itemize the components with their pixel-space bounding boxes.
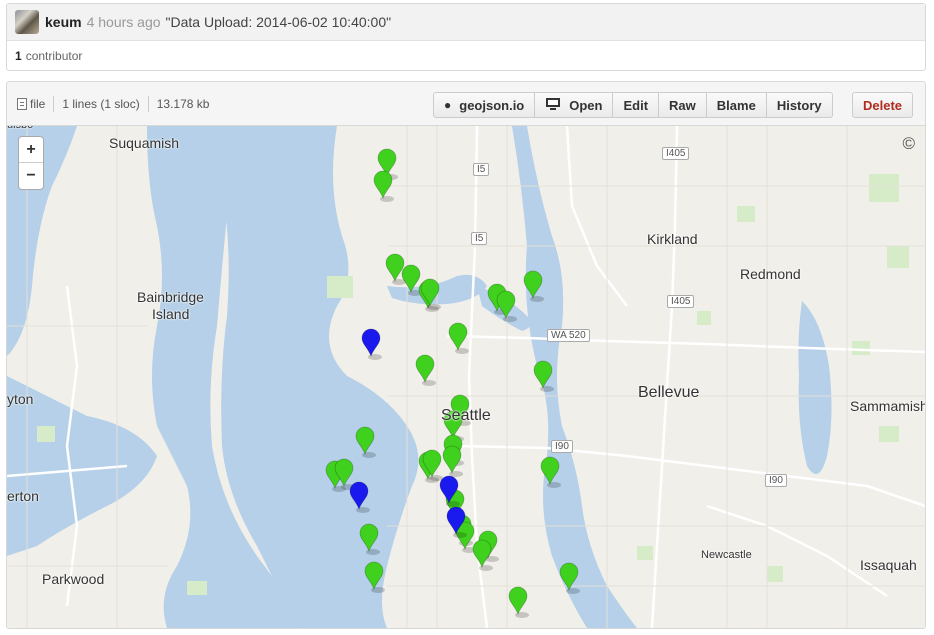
marker-shadow bbox=[479, 565, 493, 571]
file-info: file 1 lines (1 sloc) 13.178 kb bbox=[7, 95, 210, 112]
file-type-label: file bbox=[30, 96, 46, 111]
marker-shadow bbox=[422, 380, 436, 386]
marker-shadow bbox=[368, 354, 382, 360]
place-label: Redmond bbox=[740, 266, 801, 282]
history-label: History bbox=[776, 97, 822, 113]
place-label: Sammamish bbox=[850, 398, 925, 414]
map-marker[interactable] bbox=[448, 322, 468, 352]
marker-shadow bbox=[366, 549, 380, 555]
marker-shadow bbox=[540, 386, 554, 392]
place-label: Seattle bbox=[441, 407, 491, 424]
map-marker[interactable] bbox=[385, 253, 405, 283]
commit-header: keum 4 hours ago "Data Upload: 2014-06-0… bbox=[7, 4, 925, 41]
attribution-icon[interactable]: © bbox=[902, 134, 915, 154]
marker-shadow bbox=[530, 296, 544, 302]
divider bbox=[147, 95, 149, 112]
zoom-control: + − bbox=[18, 136, 44, 190]
commit-time: 4 hours ago bbox=[86, 14, 161, 30]
marker-shadow bbox=[547, 482, 561, 488]
place-label: Issaquah bbox=[860, 557, 917, 573]
marker-shadow bbox=[427, 304, 441, 310]
raw-label: Raw bbox=[669, 97, 696, 113]
place-label: yton bbox=[7, 391, 34, 407]
marker-shadow bbox=[356, 507, 370, 513]
marker-shadow bbox=[503, 316, 517, 322]
marker-shadow bbox=[380, 196, 394, 202]
map-marker[interactable] bbox=[442, 445, 462, 475]
place-label: Bellevue bbox=[638, 384, 700, 401]
contributors-count: 1 bbox=[15, 49, 22, 63]
raw-button[interactable]: Raw bbox=[658, 92, 707, 118]
contributors[interactable]: 1 contributor bbox=[7, 41, 925, 71]
map-marker[interactable] bbox=[373, 170, 393, 200]
map-marker[interactable] bbox=[472, 539, 492, 569]
map-marker[interactable] bbox=[508, 586, 528, 616]
contributors-label: contributor bbox=[25, 49, 83, 63]
avatar[interactable] bbox=[15, 10, 39, 34]
edit-button[interactable]: Edit bbox=[612, 92, 660, 118]
place-label: Island bbox=[152, 306, 190, 322]
place-label: Bainbridge bbox=[137, 289, 204, 305]
map-tiles bbox=[7, 126, 925, 628]
file-box: file 1 lines (1 sloc) 13.178 kb ● geojso… bbox=[6, 81, 926, 629]
delete-button[interactable]: Delete bbox=[852, 92, 914, 118]
marker-shadow bbox=[453, 532, 467, 538]
file-icon bbox=[17, 97, 27, 110]
delete-label: Delete bbox=[863, 97, 903, 113]
place-label: erton bbox=[7, 488, 39, 504]
file-lines: 1 lines (1 sloc) bbox=[62, 96, 140, 111]
commit-author[interactable]: keum bbox=[45, 14, 82, 30]
place-label: Suquamish bbox=[109, 135, 180, 151]
open-button[interactable]: Open bbox=[534, 92, 614, 118]
marker-shadow bbox=[362, 452, 376, 458]
file-size: 13.178 kb bbox=[156, 96, 210, 111]
place-label: ulsbo bbox=[7, 126, 33, 131]
highway-shield: I405 bbox=[662, 147, 690, 160]
marker-shadow bbox=[515, 612, 529, 618]
divider bbox=[53, 95, 55, 112]
map-marker[interactable] bbox=[415, 354, 435, 384]
marker-shadow bbox=[446, 501, 460, 507]
geojson-io-button[interactable]: ● geojson.io bbox=[433, 92, 536, 118]
highway-shield: I5 bbox=[473, 163, 490, 176]
commit-message[interactable]: "Data Upload: 2014-06-02 10:40:00" bbox=[166, 14, 392, 30]
blame-label: Blame bbox=[716, 97, 756, 113]
map-marker[interactable] bbox=[361, 328, 381, 358]
zoom-out-button[interactable]: − bbox=[19, 163, 43, 189]
file-actions: ● geojson.io Open Edit Raw Blame History bbox=[433, 92, 833, 118]
marker-shadow bbox=[566, 588, 580, 594]
place-label: Parkwood bbox=[42, 571, 105, 587]
place-label: Newcastle bbox=[701, 549, 752, 561]
marker-shadow bbox=[455, 348, 469, 354]
place-label: Kirkland bbox=[647, 231, 698, 247]
highway-shield: I5 bbox=[471, 232, 488, 245]
monitor-icon bbox=[545, 97, 561, 113]
edit-label: Edit bbox=[623, 97, 649, 113]
map-view[interactable]: + − © ulsbo Suquamish Bainbridge Island … bbox=[7, 126, 925, 628]
highway-shield: I90 bbox=[765, 474, 787, 487]
geojson-io-label: geojson.io bbox=[459, 97, 525, 113]
zoom-in-button[interactable]: + bbox=[19, 137, 43, 163]
blame-button[interactable]: Blame bbox=[705, 92, 767, 118]
commit-box: keum 4 hours ago "Data Upload: 2014-06-0… bbox=[6, 3, 926, 71]
open-label: Open bbox=[569, 97, 603, 113]
file-header: file 1 lines (1 sloc) 13.178 kb ● geojso… bbox=[7, 82, 925, 126]
highway-shield: I90 bbox=[551, 440, 573, 453]
globe-icon: ● bbox=[444, 98, 452, 112]
history-button[interactable]: History bbox=[765, 92, 833, 118]
marker-shadow bbox=[429, 475, 443, 481]
marker-shadow bbox=[371, 587, 385, 593]
highway-shield: WA 520 bbox=[547, 329, 590, 342]
highway-shield: I405 bbox=[667, 295, 695, 308]
